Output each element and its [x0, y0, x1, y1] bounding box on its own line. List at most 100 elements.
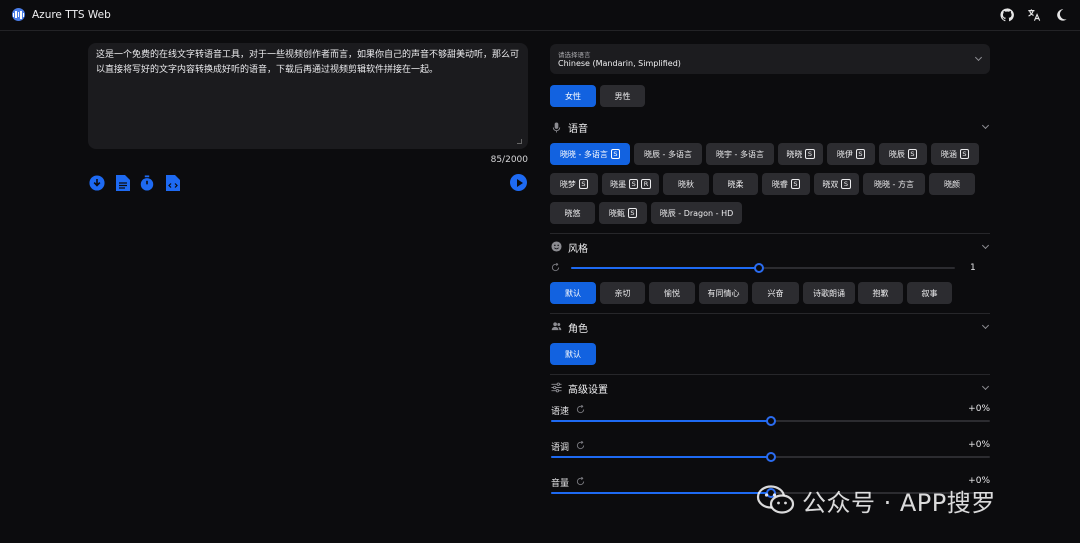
voice-badge: S — [855, 149, 866, 159]
volume-reset-icon[interactable] — [576, 477, 585, 486]
rate-slider[interactable] — [551, 416, 990, 426]
users-icon — [551, 322, 562, 331]
slider-thumb[interactable] — [765, 416, 776, 426]
text-content: 这是一个免费的在线文字转语音工具，对于一些视频创作者而言，如果你自己的声音不够甜… — [96, 50, 520, 75]
voice-option[interactable]: 晓伊 S — [827, 143, 875, 165]
language-select[interactable]: 请选择语言 Chinese (Mandarin, Simplified) — [550, 44, 990, 74]
role-section-title: 角色 — [568, 324, 588, 335]
reset-icon[interactable] — [551, 263, 560, 272]
play-button[interactable] — [510, 174, 527, 191]
rate-label: 语速 — [551, 407, 570, 417]
voice-option-label: 晓晓 — [786, 149, 803, 159]
style-degree-value: 1 — [970, 263, 976, 273]
style-collapse-icon[interactable] — [981, 241, 990, 250]
language-select-value: Chinese (Mandarin, Simplified) — [558, 59, 681, 68]
divider — [550, 374, 990, 375]
voice-option-label: 晓悠 — [564, 208, 581, 218]
voice-option-label: 晓柔 — [727, 179, 744, 189]
voice-option-label: 晓秋 — [678, 179, 694, 189]
voice-collapse-icon[interactable] — [981, 121, 990, 130]
style-option[interactable]: 默认 — [550, 282, 596, 304]
voice-option[interactable]: 晓秋 — [663, 173, 709, 195]
slider-fill — [551, 420, 771, 422]
style-option[interactable]: 抱歉 — [858, 282, 903, 304]
style-section-title: 风格 — [568, 244, 588, 255]
voice-option[interactable]: 晓梦 S — [550, 173, 598, 195]
style-option[interactable]: 诗歌朗诵 — [803, 282, 855, 304]
voice-badge: S — [578, 179, 589, 189]
voice-option[interactable]: 晓晓 S — [778, 143, 823, 165]
wechat-icon — [756, 485, 795, 514]
voice-option-label: 晓墨 — [610, 179, 627, 189]
pitch-value: +0% — [968, 440, 990, 450]
voice-option-label: 晓双 — [822, 179, 839, 189]
style-option[interactable]: 兴奋 — [752, 282, 799, 304]
pitch-reset-icon[interactable] — [576, 441, 585, 450]
style-option[interactable]: 愉悦 — [649, 282, 695, 304]
voice-badge: S — [841, 179, 851, 189]
volume-label: 音量 — [551, 479, 570, 489]
text-input[interactable]: 这是一个免费的在线文字转语音工具，对于一些视频创作者而言，如果你自己的声音不够甜… — [88, 43, 528, 149]
char-counter: 85/2000 — [490, 155, 528, 165]
sliders-icon — [551, 382, 562, 393]
code-file-icon[interactable] — [165, 174, 181, 192]
voice-option-label: 晓辰 - Dragon - HD — [659, 208, 734, 218]
voice-badge: S — [805, 149, 815, 159]
gender-male-button[interactable]: 男性 — [600, 85, 645, 107]
voice-option-label: 晓梦 — [559, 179, 576, 189]
resize-handle[interactable] — [517, 139, 522, 144]
slider-fill — [551, 492, 771, 494]
advanced-collapse-icon[interactable] — [981, 382, 990, 391]
voice-option[interactable]: 晓颜 — [929, 173, 975, 195]
voice-badge: S — [790, 179, 801, 189]
document-icon[interactable] — [115, 174, 131, 192]
voice-option-label: 晓晓 - 方言 — [874, 179, 914, 189]
github-icon[interactable] — [1000, 8, 1014, 22]
role-collapse-icon[interactable] — [981, 321, 990, 330]
voice-option[interactable]: 晓睿 S — [762, 173, 810, 195]
voice-option-label: 晓甄 — [608, 208, 625, 218]
voice-option[interactable]: 晓悠 — [550, 202, 595, 224]
divider — [550, 233, 990, 234]
pitch-slider[interactable] — [551, 452, 990, 462]
voice-option-label: 晓睿 — [771, 179, 788, 189]
role-option-default[interactable]: 默认 — [550, 343, 596, 365]
moon-icon[interactable] — [1054, 8, 1068, 22]
voice-option[interactable]: 晓柔 — [713, 173, 758, 195]
slider-thumb[interactable] — [765, 452, 776, 462]
style-option[interactable]: 亲切 — [600, 282, 645, 304]
style-option[interactable]: 有同情心 — [699, 282, 748, 304]
top-bar: Azure TTS Web — [0, 0, 1080, 31]
voice-option-label: 晓晓 - 多语言 — [559, 149, 608, 159]
voice-badge: S — [610, 149, 621, 159]
advanced-section-title: 高级设置 — [568, 385, 608, 396]
voice-option[interactable]: 晓双 S — [814, 173, 859, 195]
style-option[interactable]: 叙事 — [907, 282, 952, 304]
slider-fill — [551, 456, 771, 458]
divider — [550, 313, 990, 314]
voice-badge: S — [907, 149, 918, 159]
voice-option[interactable]: 晓墨 S R — [602, 173, 659, 195]
pitch-label: 语调 — [551, 443, 570, 453]
app-logo-icon — [12, 8, 25, 21]
voice-badge: S — [629, 179, 639, 189]
download-icon[interactable] — [89, 174, 105, 192]
voice-option[interactable]: 晓晓 - 方言 — [863, 173, 925, 195]
voice-badge: S — [959, 149, 970, 159]
voice-option[interactable]: 晓宇 - 多语言 — [706, 143, 774, 165]
voice-option[interactable]: 晓晓 - 多语言 S — [550, 143, 630, 165]
voice-option-label: 晓涵 — [940, 149, 957, 159]
translate-icon[interactable] — [1027, 8, 1041, 22]
voice-option-label: 晓颜 — [944, 179, 960, 189]
voice-option[interactable]: 晓甄 S — [599, 202, 647, 224]
gender-female-button[interactable]: 女性 — [550, 85, 596, 107]
rate-reset-icon[interactable] — [576, 405, 585, 414]
voice-option[interactable]: 晓辰 - 多语言 — [634, 143, 702, 165]
voice-option[interactable]: 晓辰 - Dragon - HD — [651, 202, 742, 224]
style-degree-slider[interactable] — [571, 263, 955, 273]
voice-option-label: 晓伊 — [836, 149, 853, 159]
timer-icon[interactable] — [139, 174, 155, 192]
voice-option[interactable]: 晓辰 S — [879, 143, 927, 165]
voice-option[interactable]: 晓涵 S — [931, 143, 979, 165]
slider-thumb[interactable] — [754, 263, 765, 273]
